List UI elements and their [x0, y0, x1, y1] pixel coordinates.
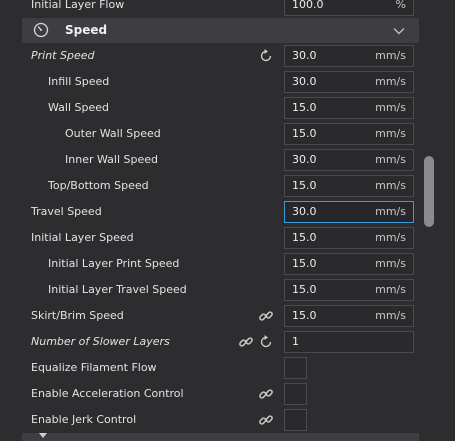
speed-section-header[interactable]: Speed	[22, 18, 419, 43]
field-unit: mm/s	[375, 309, 406, 322]
chevron-down-icon[interactable]	[391, 23, 407, 39]
field-unit: mm/s	[375, 101, 406, 114]
field-unit: mm/s	[375, 75, 406, 88]
field-value: 1	[292, 335, 299, 348]
field-unit: mm/s	[375, 179, 406, 192]
setting-row-print-speed: Print Speed 30.0 mm/s	[0, 43, 420, 69]
setting-row-wall-speed: Wall Speed 15.0 mm/s	[0, 95, 420, 121]
setting-row-inner-wall-speed: Inner Wall Speed 30.0 mm/s	[0, 147, 420, 173]
setting-label: Skirt/Brim Speed	[31, 309, 124, 322]
enable-jerk-control-checkbox[interactable]	[284, 409, 307, 431]
setting-row-skirt-brim-speed: Skirt/Brim Speed 15.0 mm/s	[0, 303, 420, 329]
setting-row-initial-layer-print-speed: Initial Layer Print Speed 15.0 mm/s	[0, 251, 420, 277]
wall-speed-input[interactable]: 15.0 mm/s	[284, 97, 414, 119]
field-unit: mm/s	[375, 283, 406, 296]
settings-panel: Initial Layer Flow 100.0 % Speed Print S…	[0, 0, 455, 441]
field-value: 30.0	[292, 153, 317, 166]
number-of-slower-layers-input[interactable]: 1	[284, 331, 414, 353]
setting-label: Inner Wall Speed	[65, 153, 158, 166]
setting-row-enable-acceleration-control: Enable Acceleration Control	[0, 381, 420, 407]
setting-label: Infill Speed	[48, 75, 110, 88]
field-value: 30.0	[292, 49, 317, 62]
reset-icon[interactable]	[258, 334, 274, 350]
link-icon[interactable]	[258, 412, 274, 428]
initial-layer-flow-input[interactable]: 100.0 %	[284, 0, 414, 16]
field-unit: mm/s	[375, 231, 406, 244]
field-unit: mm/s	[375, 205, 406, 218]
field-unit: mm/s	[375, 153, 406, 166]
field-unit: mm/s	[375, 49, 406, 62]
setting-label: Initial Layer Speed	[31, 231, 134, 244]
link-icon[interactable]	[258, 308, 274, 324]
field-value: 100.0	[292, 0, 324, 11]
field-value: 15.0	[292, 309, 317, 322]
link-icon[interactable]	[258, 386, 274, 402]
setting-label: Outer Wall Speed	[65, 127, 161, 140]
setting-row-initial-layer-travel-speed: Initial Layer Travel Speed 15.0 mm/s	[0, 277, 420, 303]
equalize-filament-flow-checkbox[interactable]	[284, 357, 307, 379]
setting-label: Initial Layer Flow	[31, 0, 125, 11]
reset-icon[interactable]	[258, 48, 274, 64]
setting-label: Enable Acceleration Control	[31, 387, 184, 400]
setting-label: Print Speed	[31, 49, 95, 62]
field-value: 15.0	[292, 127, 317, 140]
field-unit: %	[395, 0, 406, 11]
link-icon[interactable]	[238, 334, 254, 350]
infill-speed-input[interactable]: 30.0 mm/s	[284, 71, 414, 93]
setting-label: Initial Layer Travel Speed	[48, 283, 187, 296]
setting-label: Equalize Filament Flow	[31, 361, 157, 374]
field-unit: mm/s	[375, 127, 406, 140]
field-value: 30.0	[292, 205, 317, 218]
field-value: 15.0	[292, 283, 317, 296]
field-value: 15.0	[292, 101, 317, 114]
field-unit: mm/s	[375, 257, 406, 270]
top-bottom-speed-input[interactable]: 15.0 mm/s	[284, 175, 414, 197]
scrollbar-thumb[interactable]	[424, 156, 434, 227]
setting-row-enable-jerk-control: Enable Jerk Control	[0, 407, 420, 433]
field-value: 30.0	[292, 75, 317, 88]
inner-wall-speed-input[interactable]: 30.0 mm/s	[284, 149, 414, 171]
setting-row-travel-speed: Travel Speed 30.0 mm/s	[0, 199, 420, 225]
field-value: 15.0	[292, 179, 317, 192]
setting-label: Top/Bottom Speed	[48, 179, 149, 192]
setting-label: Initial Layer Print Speed	[48, 257, 180, 270]
initial-layer-print-speed-input[interactable]: 15.0 mm/s	[284, 253, 414, 275]
setting-label: Travel Speed	[31, 205, 102, 218]
setting-row-initial-layer-speed: Initial Layer Speed 15.0 mm/s	[0, 225, 420, 251]
enable-acceleration-control-checkbox[interactable]	[284, 383, 307, 405]
field-value: 15.0	[292, 231, 317, 244]
setting-label: Wall Speed	[48, 101, 110, 114]
setting-row-top-bottom-speed: Top/Bottom Speed 15.0 mm/s	[0, 173, 420, 199]
print-speed-input[interactable]: 30.0 mm/s	[284, 45, 414, 67]
outer-wall-speed-input[interactable]: 15.0 mm/s	[284, 123, 414, 145]
initial-layer-travel-speed-input[interactable]: 15.0 mm/s	[284, 279, 414, 301]
setting-row-infill-speed: Infill Speed 30.0 mm/s	[0, 69, 420, 95]
travel-speed-input[interactable]: 30.0 mm/s	[284, 201, 414, 223]
setting-label: Enable Jerk Control	[31, 413, 137, 426]
next-section-header[interactable]	[22, 433, 419, 441]
speedometer-icon	[33, 22, 49, 38]
setting-row-initial-layer-flow: Initial Layer Flow 100.0 %	[0, 0, 420, 18]
setting-row-number-of-slower-layers: Number of Slower Layers 1	[0, 329, 420, 355]
setting-label: Number of Slower Layers	[31, 335, 170, 348]
skirt-brim-speed-input[interactable]: 15.0 mm/s	[284, 305, 414, 327]
setting-row-outer-wall-speed: Outer Wall Speed 15.0 mm/s	[0, 121, 420, 147]
setting-row-equalize-filament-flow: Equalize Filament Flow	[0, 355, 420, 381]
section-title: Speed	[65, 23, 108, 37]
initial-layer-speed-input[interactable]: 15.0 mm/s	[284, 227, 414, 249]
section-icon	[39, 433, 47, 438]
field-value: 15.0	[292, 257, 317, 270]
